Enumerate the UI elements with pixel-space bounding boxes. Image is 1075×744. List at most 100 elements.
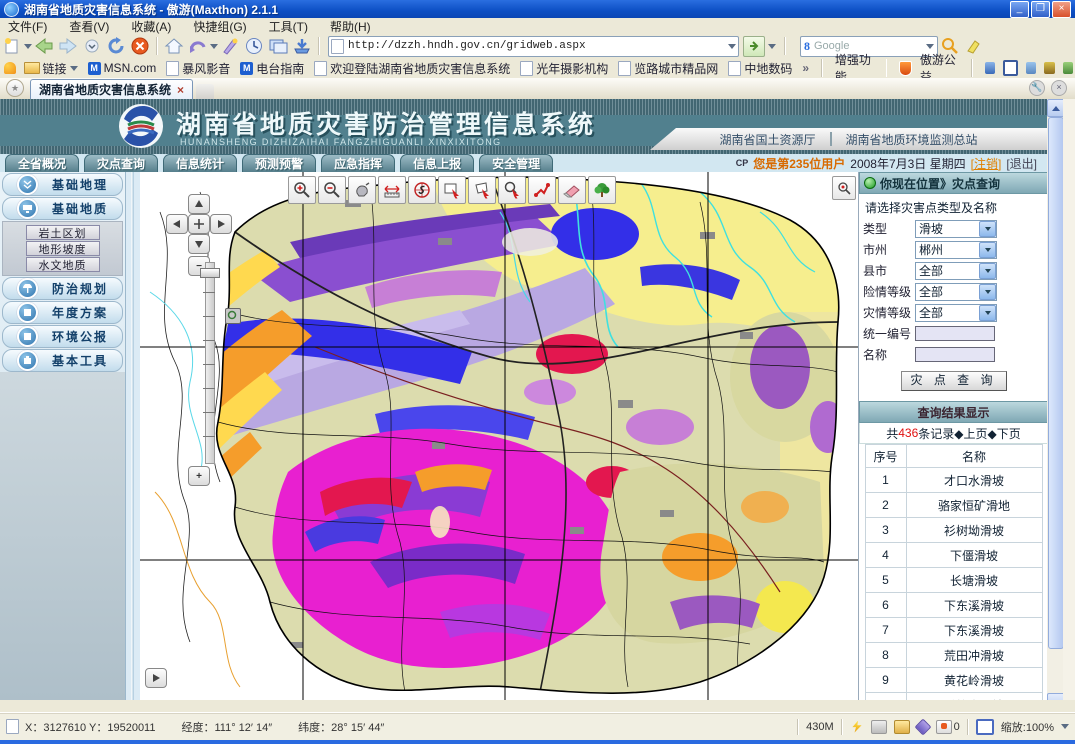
home-icon[interactable] <box>163 36 185 56</box>
nav-tab-statistics[interactable]: 信息统计 <box>163 154 237 172</box>
disaster-query-button[interactable]: 灾 点 查 询 <box>901 371 1007 391</box>
blocked-counter-icon[interactable] <box>936 720 952 734</box>
magic-fill-icon[interactable] <box>219 36 241 56</box>
link-photo[interactable]: 光年摄影机构 <box>520 60 608 77</box>
refresh-icon[interactable] <box>105 36 127 56</box>
map-viewport[interactable] <box>140 172 859 700</box>
menu-favorites[interactable]: 收藏(A) <box>131 18 171 35</box>
zoom-pages-icon[interactable] <box>976 719 994 735</box>
page-scrollbar[interactable] <box>1047 99 1063 711</box>
menu-groups[interactable]: 快捷组(G) <box>193 18 246 35</box>
map-tool-zoom-in[interactable] <box>288 176 316 204</box>
map-tool-hotlink-icon[interactable] <box>528 176 556 204</box>
chevron-down-icon[interactable] <box>979 284 996 300</box>
link-baofeng[interactable]: 暴风影音 <box>166 60 230 77</box>
recent-pages-icon[interactable] <box>81 36 103 56</box>
type-select[interactable]: 滑坡 <box>915 220 997 238</box>
minimize-button[interactable]: _ <box>1010 1 1029 18</box>
sub-item-hydrogeology[interactable]: 水文地质 <box>26 257 100 272</box>
window-list-icon[interactable] <box>267 36 289 56</box>
chevron-down-icon[interactable] <box>979 242 996 258</box>
map-tool-compass-icon[interactable] <box>408 176 436 204</box>
w-icon[interactable] <box>1044 62 1055 74</box>
new-tab-icon[interactable] <box>1 36 23 56</box>
table-row[interactable]: 1才口水滑坡 <box>865 468 1042 493</box>
org-link-monitor-station[interactable]: 湖南省地质环境监测总站 <box>846 131 978 148</box>
search-engine-dropdown-icon[interactable] <box>926 44 934 49</box>
map-tool-layer-tree-icon[interactable] <box>588 176 616 204</box>
link-city[interactable]: 览路城市精品网 <box>618 60 718 77</box>
sidebar-item-basic-geology[interactable]: 基础地质 <box>2 197 123 220</box>
chevron-down-icon[interactable] <box>979 305 996 321</box>
code-input[interactable] <box>915 326 995 341</box>
go-dropdown-icon[interactable] <box>768 44 776 49</box>
history-icon[interactable] <box>243 36 265 56</box>
pan-bottom-left-button[interactable] <box>145 668 167 688</box>
printer-icon[interactable] <box>871 720 887 734</box>
disaster-level-select[interactable]: 全部 <box>915 304 997 322</box>
map-tool-select-shape-icon[interactable] <box>468 176 496 204</box>
menu-file[interactable]: 文件(F) <box>8 18 47 35</box>
nav-tab-province-overview[interactable]: 全省概况 <box>5 154 79 172</box>
link-hunan-system[interactable]: 欢迎登陆湖南省地质灾害信息系统 <box>314 60 510 77</box>
boost-lightning-icon[interactable] <box>850 721 864 733</box>
link-zhongdi[interactable]: 中地数码 <box>728 60 792 77</box>
map-tool-pan-icon[interactable] <box>348 176 376 204</box>
scrollbar-thumb[interactable] <box>1048 117 1064 649</box>
back-icon[interactable] <box>33 36 55 56</box>
user-icon[interactable] <box>985 62 996 74</box>
tabbar-tools-icon[interactable]: 🔧 <box>1029 80 1045 96</box>
table-row[interactable]: 9黄花岭滑坡 <box>865 668 1042 693</box>
nav-tab-disaster-query[interactable]: 灾点查询 <box>84 154 158 172</box>
city-select[interactable]: 郴州 <box>915 241 997 259</box>
map-tool-measure-icon[interactable] <box>378 176 406 204</box>
org-link-land-resources[interactable]: 湖南省国土资源厅 <box>719 131 815 148</box>
exit-link[interactable]: [退出] <box>1006 155 1037 172</box>
download-icon[interactable] <box>291 36 313 56</box>
map-tool-zoom-out[interactable] <box>318 176 346 204</box>
table-row[interactable]: 7下东溪滑坡 <box>865 618 1042 643</box>
forward-icon[interactable] <box>57 36 79 56</box>
table-row[interactable]: 8荒田冲滑坡 <box>865 643 1042 668</box>
cart-icon[interactable] <box>1063 62 1074 74</box>
pan-up-button[interactable] <box>188 194 210 214</box>
map-tool-eraser-icon[interactable] <box>558 176 586 204</box>
zoom-dropdown-icon[interactable] <box>1061 724 1069 729</box>
links-folder[interactable]: 链接 <box>24 60 78 77</box>
table-row[interactable]: 3衫树坳滑坡 <box>865 518 1042 543</box>
favorites-star-icon[interactable]: ★ <box>6 79 24 97</box>
new-tab-dropdown-icon[interactable] <box>24 44 32 49</box>
zoom-level[interactable]: 缩放:100% <box>1001 719 1054 735</box>
zoom-in-slider-button[interactable]: + <box>188 466 210 486</box>
pan-right-button[interactable] <box>210 214 232 234</box>
menu-help[interactable]: 帮助(H) <box>330 18 371 35</box>
table-row[interactable]: 6下东溪滑坡 <box>865 593 1042 618</box>
nav-tab-info-report[interactable]: 信息上报 <box>400 154 474 172</box>
risk-level-select[interactable]: 全部 <box>915 283 997 301</box>
tabbar-close-icon[interactable]: × <box>1051 80 1067 96</box>
map-tool-select-rect-icon[interactable] <box>438 176 466 204</box>
zoom-slider-thumb[interactable] <box>200 268 220 278</box>
undo-dropdown-icon[interactable] <box>210 44 218 49</box>
tab-close-icon[interactable]: × <box>177 83 184 97</box>
nav-tab-forecast-warning[interactable]: 预测预警 <box>242 154 316 172</box>
folder-status-icon[interactable] <box>894 720 910 734</box>
table-row[interactable]: 4下僵滑坡 <box>865 543 1042 568</box>
chevron-down-icon[interactable] <box>979 263 996 279</box>
address-dropdown-icon[interactable] <box>728 44 736 49</box>
stop-icon[interactable] <box>129 36 151 56</box>
sidebar-item-prevention-planning[interactable]: 防治规划 <box>2 277 123 300</box>
map-overview-magnifier-button[interactable] <box>832 176 856 200</box>
pan-down-button[interactable] <box>188 234 210 254</box>
close-button[interactable]: × <box>1052 1 1071 18</box>
links-overflow-chevron[interactable]: » <box>802 61 809 75</box>
undo-icon[interactable] <box>187 36 209 56</box>
table-row[interactable]: 2骆家恒矿滑地 <box>865 493 1042 518</box>
restore-button[interactable]: ❐ <box>1031 1 1050 18</box>
sidebar-item-annual-plan[interactable]: 年度方案 <box>2 301 123 324</box>
pan-left-button[interactable] <box>166 214 188 234</box>
next-page-link[interactable]: ◆下页 <box>988 425 1021 442</box>
sub-item-terrain-slope[interactable]: 地形坡度 <box>26 241 100 256</box>
address-bar[interactable]: http://dzzh.hndh.gov.cn/gridweb.aspx <box>328 36 739 57</box>
link-radio[interactable]: M电台指南 <box>240 60 304 77</box>
